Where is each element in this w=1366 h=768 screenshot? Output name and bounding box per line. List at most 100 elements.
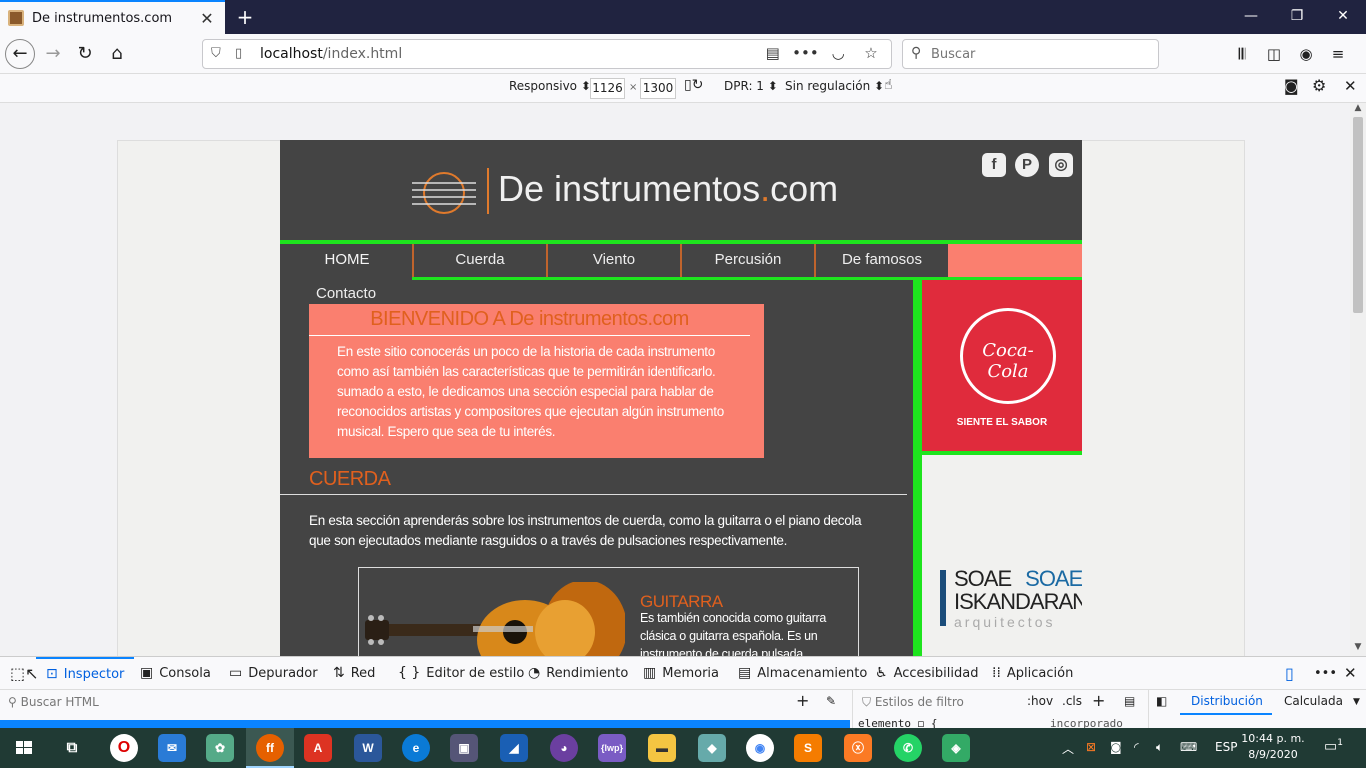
add-node-icon[interactable]: + (796, 691, 809, 710)
throttling-select[interactable]: Sin regulación ⬍ (785, 79, 884, 93)
rdm-toggle-icon[interactable]: ▯ (1285, 657, 1294, 690)
opera-icon[interactable]: O (110, 734, 138, 762)
touch-simulation-icon[interactable]: ☝ (884, 77, 893, 93)
windows-start-button[interactable] (0, 728, 48, 768)
toggle-panel-icon[interactable]: ◧ (1156, 694, 1167, 708)
scroll-thumb[interactable] (1353, 117, 1363, 313)
tray-xampp-icon[interactable]: ⊠ (1086, 740, 1096, 754)
pick-element-icon[interactable]: ⬚↖ (10, 657, 39, 690)
xampp-icon[interactable]: ⓧ (844, 734, 872, 762)
tab-distribucion[interactable]: Distribución (1191, 694, 1263, 708)
close-devtools-icon[interactable]: ✕ (1344, 657, 1357, 690)
chrome-icon[interactable]: ◉ (746, 734, 774, 762)
new-tab-button[interactable]: + (232, 4, 258, 30)
tab-consola[interactable]: ▣ Consola (140, 657, 211, 690)
library-icon[interactable]: 𝄃𝄃 (1228, 42, 1256, 66)
eyedropper-icon[interactable]: ✎ (826, 694, 836, 708)
tab-aplicacion[interactable]: ⁞⁞ Aplicación (992, 657, 1073, 690)
volume-icon[interactable]: 🔈︎ (1156, 740, 1163, 755)
menu-item-percusion[interactable]: Percusión (680, 244, 814, 278)
styles-filter-input[interactable]: ⛉ Estilos de filtro (862, 695, 964, 710)
language-indicator[interactable]: ESP (1215, 740, 1237, 754)
sublime-text-icon[interactable]: S (794, 734, 822, 762)
github-desktop-icon[interactable]: ◕ (550, 734, 578, 762)
account-icon[interactable]: ◉ (1292, 42, 1320, 66)
pinterest-icon[interactable]: P (1015, 153, 1039, 177)
reader-view-icon[interactable]: ▤ (759, 44, 787, 62)
keyboard-icon[interactable]: ⌨ (1180, 740, 1197, 754)
whatsapp-icon[interactable]: ✆ (894, 734, 922, 762)
sidebar-icon[interactable]: ◫ (1260, 42, 1288, 66)
pocket-icon[interactable]: ◡ (824, 44, 852, 62)
minimize-window-button[interactable]: — (1228, 0, 1274, 34)
add-rule-icon[interactable]: + (1092, 691, 1105, 710)
clock[interactable]: 10:44 p. m. 8/9/2020 (1238, 731, 1308, 763)
tracking-shield-icon[interactable]: ⛉ (211, 46, 221, 61)
dpr-select[interactable]: DPR: 1 ⬍ (724, 79, 778, 93)
viewport-height-input[interactable]: 1300 (640, 78, 676, 99)
lwp-app-icon[interactable]: {lwp} (598, 734, 626, 762)
menu-item-de-famosos[interactable]: De famosos (814, 244, 948, 278)
cls-button[interactable]: .cls (1062, 694, 1082, 708)
firefox-icon[interactable]: ff (256, 734, 284, 762)
tray-expand-icon[interactable]: ︿ (1062, 740, 1074, 757)
menu-item-home[interactable]: HOME (280, 244, 414, 278)
notes-icon[interactable]: ◢ (500, 734, 528, 762)
tool-app-icon[interactable]: ◆ (698, 734, 726, 762)
print-media-icon[interactable]: ▤ (1124, 694, 1135, 708)
task-view-icon[interactable]: ⧉ (58, 734, 86, 762)
facebook-icon[interactable]: f (982, 153, 1006, 177)
home-button[interactable]: ⌂ (102, 40, 132, 68)
url-bar[interactable]: ⛉ ▯ localhost/index.html ▤ ••• ◡ ☆ (202, 39, 892, 69)
page-actions-icon[interactable]: ••• (791, 44, 819, 62)
tab-calculada[interactable]: Calculada (1284, 694, 1343, 708)
device-select[interactable]: Responsivo ⬍ (509, 79, 591, 93)
close-tab-icon[interactable]: ✕ (197, 9, 217, 28)
tab-inspector[interactable]: ⊡ Inspector (36, 657, 135, 690)
forward-button[interactable]: → (38, 40, 68, 68)
scroll-down-arrow-icon[interactable]: ▼ (1350, 642, 1366, 656)
tab-editor-de-estilo[interactable]: { } Editor de estilo (398, 657, 524, 690)
acrobat-icon[interactable]: A (304, 734, 332, 762)
selected-node-row[interactable] (0, 720, 850, 728)
scroll-up-arrow-icon[interactable]: ▲ (1350, 103, 1366, 117)
back-button[interactable]: ← (5, 39, 35, 69)
viewport-width-input[interactable]: 1126 (590, 78, 625, 99)
screen-tool-icon[interactable]: ▣ (450, 734, 478, 762)
tab-almacenamiento[interactable]: ▤ Almacenamiento (738, 657, 867, 690)
close-rdm-icon[interactable]: ✕ (1344, 77, 1357, 95)
instagram-icon[interactable]: ◎ (1049, 153, 1073, 177)
word-icon[interactable]: W (354, 734, 382, 762)
menu-item-viento[interactable]: Viento (546, 244, 680, 278)
tab-accesibilidad[interactable]: ♿ Accesibilidad (875, 657, 978, 690)
search-html-input[interactable]: ⚲ Buscar HTML (8, 695, 99, 709)
hov-button[interactable]: :hov (1027, 694, 1053, 708)
close-window-button[interactable]: ✕ (1320, 0, 1366, 34)
notifications-icon[interactable]: ▭1 (1324, 738, 1343, 755)
settings-gear-icon[interactable]: ⚙ (1312, 76, 1326, 95)
tab-depurador[interactable]: ▭ Depurador (229, 657, 318, 690)
search-input[interactable] (931, 44, 1151, 64)
mail-icon[interactable]: ✉ (158, 734, 186, 762)
more-panels-icon[interactable]: ▼ (1353, 697, 1360, 707)
page-scrollbar[interactable]: ▲ ▼ (1350, 103, 1366, 656)
wifi-icon[interactable]: ◜ (1134, 740, 1139, 754)
site-logo-text[interactable]: De instrumentos.com (498, 168, 838, 210)
search-bar[interactable]: ⚲ (902, 39, 1159, 69)
file-explorer-icon[interactable]: ▬ (648, 734, 676, 762)
edge-icon[interactable]: e (402, 734, 430, 762)
restore-window-button[interactable]: ❐ (1274, 0, 1320, 34)
page-info-icon[interactable]: ▯ (235, 46, 242, 61)
rotate-viewport-icon[interactable]: ▯↻ (684, 77, 703, 93)
browser-tab[interactable]: De instrumentos.com ✕ (0, 0, 225, 34)
url-text[interactable]: localhost/index.html (260, 46, 402, 62)
tab-memoria[interactable]: ▥ Memoria (643, 657, 719, 690)
menu-icon[interactable]: ≡ (1324, 42, 1352, 66)
tray-app-icon[interactable]: ◙ (1110, 740, 1122, 754)
menu-item-cuerda[interactable]: Cuerda (412, 244, 546, 278)
paint-icon[interactable]: ✿ (206, 734, 234, 762)
screenshot-icon[interactable]: ◙ (1284, 77, 1299, 95)
tab-rendimiento[interactable]: ◔ Rendimiento (528, 657, 628, 690)
tab-red[interactable]: ⇅ Red (333, 657, 375, 690)
reload-button[interactable]: ↻ (70, 40, 100, 68)
